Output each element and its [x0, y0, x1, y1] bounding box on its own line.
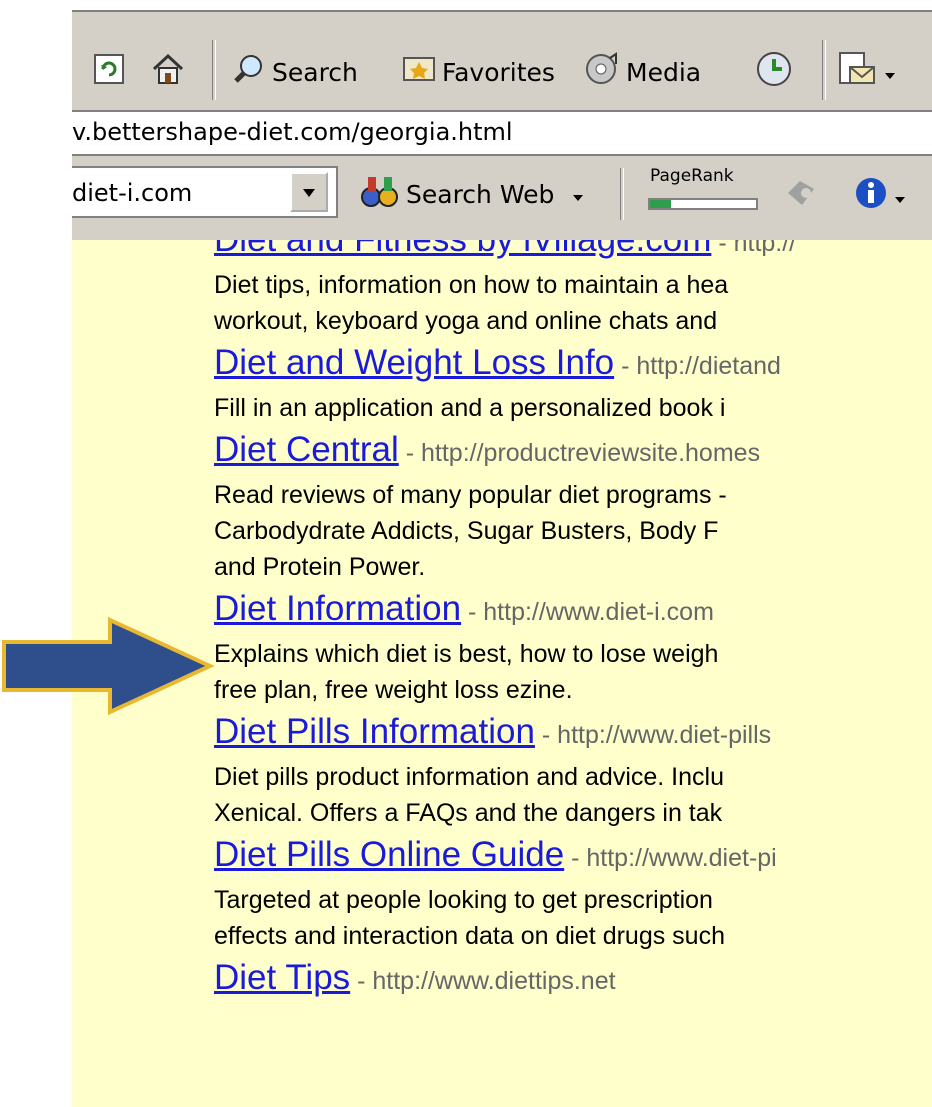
- google-search-input[interactable]: diet-i.com: [72, 166, 338, 218]
- result-item: Diet Information - http://www.diet-i.com…: [214, 585, 932, 708]
- result-item: Diet Pills Information - http://www.diet…: [214, 708, 932, 831]
- browser-window: Search Favorites Media v.bettershape-die…: [72, 0, 932, 1107]
- search-dropdown-button[interactable]: [290, 172, 328, 212]
- favorites-button[interactable]: Favorites: [402, 46, 555, 98]
- result-description: workout, keyboard yoga and online chats …: [214, 307, 718, 335]
- address-bar[interactable]: v.bettershape-diet.com/georgia.html: [72, 110, 932, 156]
- result-title-link[interactable]: Diet Pills Online Guide: [214, 835, 564, 874]
- result-separator: -: [350, 967, 373, 995]
- result-separator: -: [614, 352, 637, 380]
- result-item: Diet and Fitness by iVillage.com - http:…: [214, 240, 932, 339]
- result-description: Xenical. Offers a FAQs and the dangers i…: [214, 799, 723, 827]
- refresh-button[interactable]: [92, 46, 126, 98]
- result-item: Diet and Weight Loss Info - http://dieta…: [214, 339, 932, 426]
- result-item: Diet Central - http://productreviewsite.…: [214, 426, 932, 585]
- chevron-down-icon: [884, 58, 896, 87]
- results-list: Diet and Fitness by iVillage.com - http:…: [214, 240, 932, 1005]
- search-button[interactable]: Search: [232, 46, 358, 98]
- history-icon: [754, 49, 794, 95]
- search-icon: [232, 52, 266, 92]
- result-title-link[interactable]: Diet and Weight Loss Info: [214, 343, 614, 382]
- address-url: v.bettershape-diet.com/georgia.html: [72, 118, 513, 146]
- home-button[interactable]: [150, 46, 186, 98]
- result-title-link[interactable]: Diet Information: [214, 589, 461, 628]
- result-url: http://www.diet-pi: [586, 844, 777, 872]
- result-title-link[interactable]: Diet and Fitness by iVillage.com: [214, 240, 711, 259]
- mail-icon: [836, 49, 878, 95]
- result-separator: -: [534, 721, 558, 749]
- result-separator: -: [711, 240, 734, 257]
- home-icon: [150, 52, 186, 92]
- result-url: http://www.diet-i.com: [483, 598, 714, 626]
- pagerank-label: PageRank: [650, 166, 734, 186]
- pointer-arrow: [2, 616, 215, 716]
- google-search-value: diet-i.com: [72, 179, 193, 207]
- chevron-down-icon: [572, 180, 584, 209]
- result-description: Diet tips, information on how to maintai…: [214, 271, 729, 299]
- chevron-down-icon: [302, 183, 316, 202]
- favorites-label: Favorites: [442, 57, 555, 87]
- binoculars-icon: [360, 173, 400, 215]
- result-separator: -: [564, 844, 587, 872]
- pagerank-indicator: PageRank: [648, 166, 766, 222]
- result-item: Diet Pills Online Guide - http://www.die…: [214, 831, 932, 954]
- browser-chrome: Search Favorites Media v.bettershape-die…: [72, 0, 932, 244]
- pagerank-fill: [650, 200, 672, 208]
- result-url: http://productreviewsite.homes: [421, 439, 761, 467]
- media-icon: [584, 52, 620, 92]
- result-description: Targeted at people looking to get prescr…: [214, 886, 713, 914]
- result-description: and Protein Power.: [214, 553, 426, 581]
- favorites-icon: [402, 54, 436, 90]
- result-description: Fill in an application and a personalize…: [214, 394, 726, 422]
- media-label: Media: [626, 57, 702, 87]
- result-separator: -: [398, 439, 422, 467]
- result-item: Diet Tips - http://www.diettips.net: [214, 954, 932, 1005]
- standard-toolbar: Search Favorites Media: [72, 12, 932, 110]
- page-info-button[interactable]: [782, 170, 822, 222]
- search-label: Search: [272, 57, 358, 87]
- pagerank-bar: [648, 198, 758, 210]
- page-info-icon: [782, 175, 822, 217]
- media-button[interactable]: Media: [584, 46, 701, 98]
- result-title-link[interactable]: Diet Pills Information: [214, 712, 535, 751]
- result-url: http://www.diettips.net: [372, 967, 616, 995]
- result-description: free plan, free weight loss ezine.: [214, 676, 573, 704]
- result-description: Read reviews of many popular diet progra…: [214, 481, 727, 509]
- result-description: Explains which diet is best, how to lose…: [214, 640, 719, 668]
- refresh-icon: [92, 52, 126, 92]
- result-separator: -: [461, 598, 484, 626]
- search-web-button[interactable]: Search Web: [360, 172, 584, 216]
- result-title-link[interactable]: Diet Tips: [214, 958, 350, 997]
- result-url: http://dietand: [636, 352, 781, 380]
- history-button[interactable]: [754, 46, 794, 98]
- result-url: http://: [733, 240, 797, 257]
- mail-button[interactable]: [836, 46, 896, 98]
- google-toolbar: diet-i.com Search Web PageRank: [72, 154, 932, 244]
- result-description: effects and interaction data on diet dru…: [214, 922, 725, 950]
- chevron-down-icon: [894, 182, 906, 211]
- result-url: http://www.diet-pills: [557, 721, 772, 749]
- result-title-link[interactable]: Diet Central: [214, 430, 399, 469]
- info-icon: [854, 176, 888, 216]
- result-description: Carbodydrate Addicts, Sugar Busters, Bod…: [214, 517, 719, 545]
- search-web-label: Search Web: [406, 179, 555, 209]
- info-button[interactable]: [854, 170, 906, 222]
- result-description: Diet pills product information and advic…: [214, 763, 724, 791]
